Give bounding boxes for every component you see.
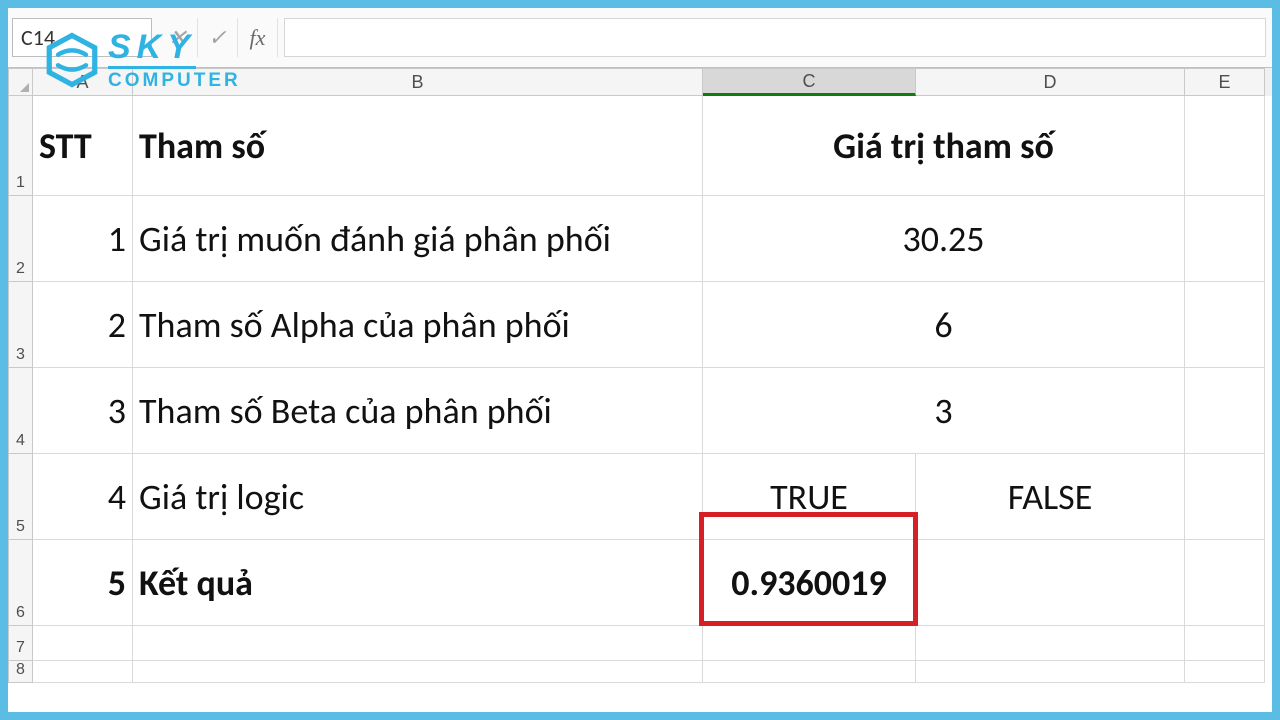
cell-C5[interactable]: TRUE — [703, 454, 916, 540]
col-header-D[interactable]: D — [916, 68, 1185, 96]
table-row: 6 5 Kết quả 0.9360019 — [8, 540, 1272, 626]
cell-CD2[interactable]: 30.25 — [703, 196, 1185, 282]
cell-A4[interactable]: 3 — [33, 368, 133, 454]
cell-A5[interactable]: 4 — [33, 454, 133, 540]
table-row: 5 4 Giá trị logic TRUE FALSE — [8, 454, 1272, 540]
cell-E2[interactable] — [1185, 196, 1265, 282]
cell-A2[interactable]: 1 — [33, 196, 133, 282]
cell-B2[interactable]: Giá trị muốn đánh giá phân phối — [133, 196, 703, 282]
cell-A6[interactable]: 5 — [33, 540, 133, 626]
cell-A7[interactable] — [33, 626, 133, 661]
formula-input[interactable] — [284, 18, 1266, 57]
cell-C6[interactable]: 0.9360019 — [703, 540, 916, 626]
cell-D5[interactable]: FALSE — [916, 454, 1185, 540]
cell-E6[interactable] — [1185, 540, 1265, 626]
table-row: 8 — [8, 661, 1272, 681]
row-header-7[interactable]: 7 — [8, 626, 33, 661]
cell-E7[interactable] — [1185, 626, 1265, 661]
row-header-4[interactable]: 4 — [8, 368, 33, 454]
cell-C8[interactable] — [703, 661, 916, 683]
brand-hex-icon — [44, 32, 100, 88]
cell-A1[interactable]: STT — [33, 96, 133, 196]
cell-E5[interactable] — [1185, 454, 1265, 540]
table-row: 4 3 Tham số Beta của phân phối 3 — [8, 368, 1272, 454]
col-header-E[interactable]: E — [1185, 68, 1265, 96]
cell-CD1[interactable]: Giá trị tham số — [703, 96, 1185, 196]
cell-CD3[interactable]: 6 — [703, 282, 1185, 368]
cell-E1[interactable] — [1185, 96, 1265, 196]
cell-E8[interactable] — [1185, 661, 1265, 683]
cell-E4[interactable] — [1185, 368, 1265, 454]
cell-E3[interactable] — [1185, 282, 1265, 368]
row-header-2[interactable]: 2 — [8, 196, 33, 282]
table-row: 7 — [8, 626, 1272, 661]
cell-B4[interactable]: Tham số Beta của phân phối — [133, 368, 703, 454]
brand-text-computer: COMPUTER — [108, 71, 241, 90]
row-header-6[interactable]: 6 — [8, 540, 33, 626]
row-header-5[interactable]: 5 — [8, 454, 33, 540]
cell-D7[interactable] — [916, 626, 1185, 661]
row-header-3[interactable]: 3 — [8, 282, 33, 368]
cell-B8[interactable] — [133, 661, 703, 683]
table-row: 2 1 Giá trị muốn đánh giá phân phối 30.2… — [8, 196, 1272, 282]
cell-A3[interactable]: 2 — [33, 282, 133, 368]
sky-computer-logo: SKY COMPUTER — [44, 30, 241, 90]
spreadsheet-grid: A B C D E 1 STT Tham số Giá trị tham số … — [8, 68, 1272, 712]
col-header-C[interactable]: C — [703, 68, 916, 96]
cell-D8[interactable] — [916, 661, 1185, 683]
table-row: 3 2 Tham số Alpha của phân phối 6 — [8, 282, 1272, 368]
row-header-1[interactable]: 1 — [8, 96, 33, 196]
brand-text-sky: SKY — [108, 30, 196, 69]
cell-C7[interactable] — [703, 626, 916, 661]
cell-CD4[interactable]: 3 — [703, 368, 1185, 454]
row-header-8[interactable]: 8 — [8, 661, 33, 683]
cell-B1[interactable]: Tham số — [133, 96, 703, 196]
cell-D6[interactable] — [916, 540, 1185, 626]
cell-B3[interactable]: Tham số Alpha của phân phối — [133, 282, 703, 368]
cell-B6[interactable]: Kết quả — [133, 540, 703, 626]
select-all-button[interactable] — [8, 68, 33, 96]
cell-B5[interactable]: Giá trị logic — [133, 454, 703, 540]
cell-A8[interactable] — [33, 661, 133, 683]
table-row: 1 STT Tham số Giá trị tham số — [8, 96, 1272, 196]
cell-B7[interactable] — [133, 626, 703, 661]
fx-icon[interactable]: fx — [238, 18, 278, 57]
